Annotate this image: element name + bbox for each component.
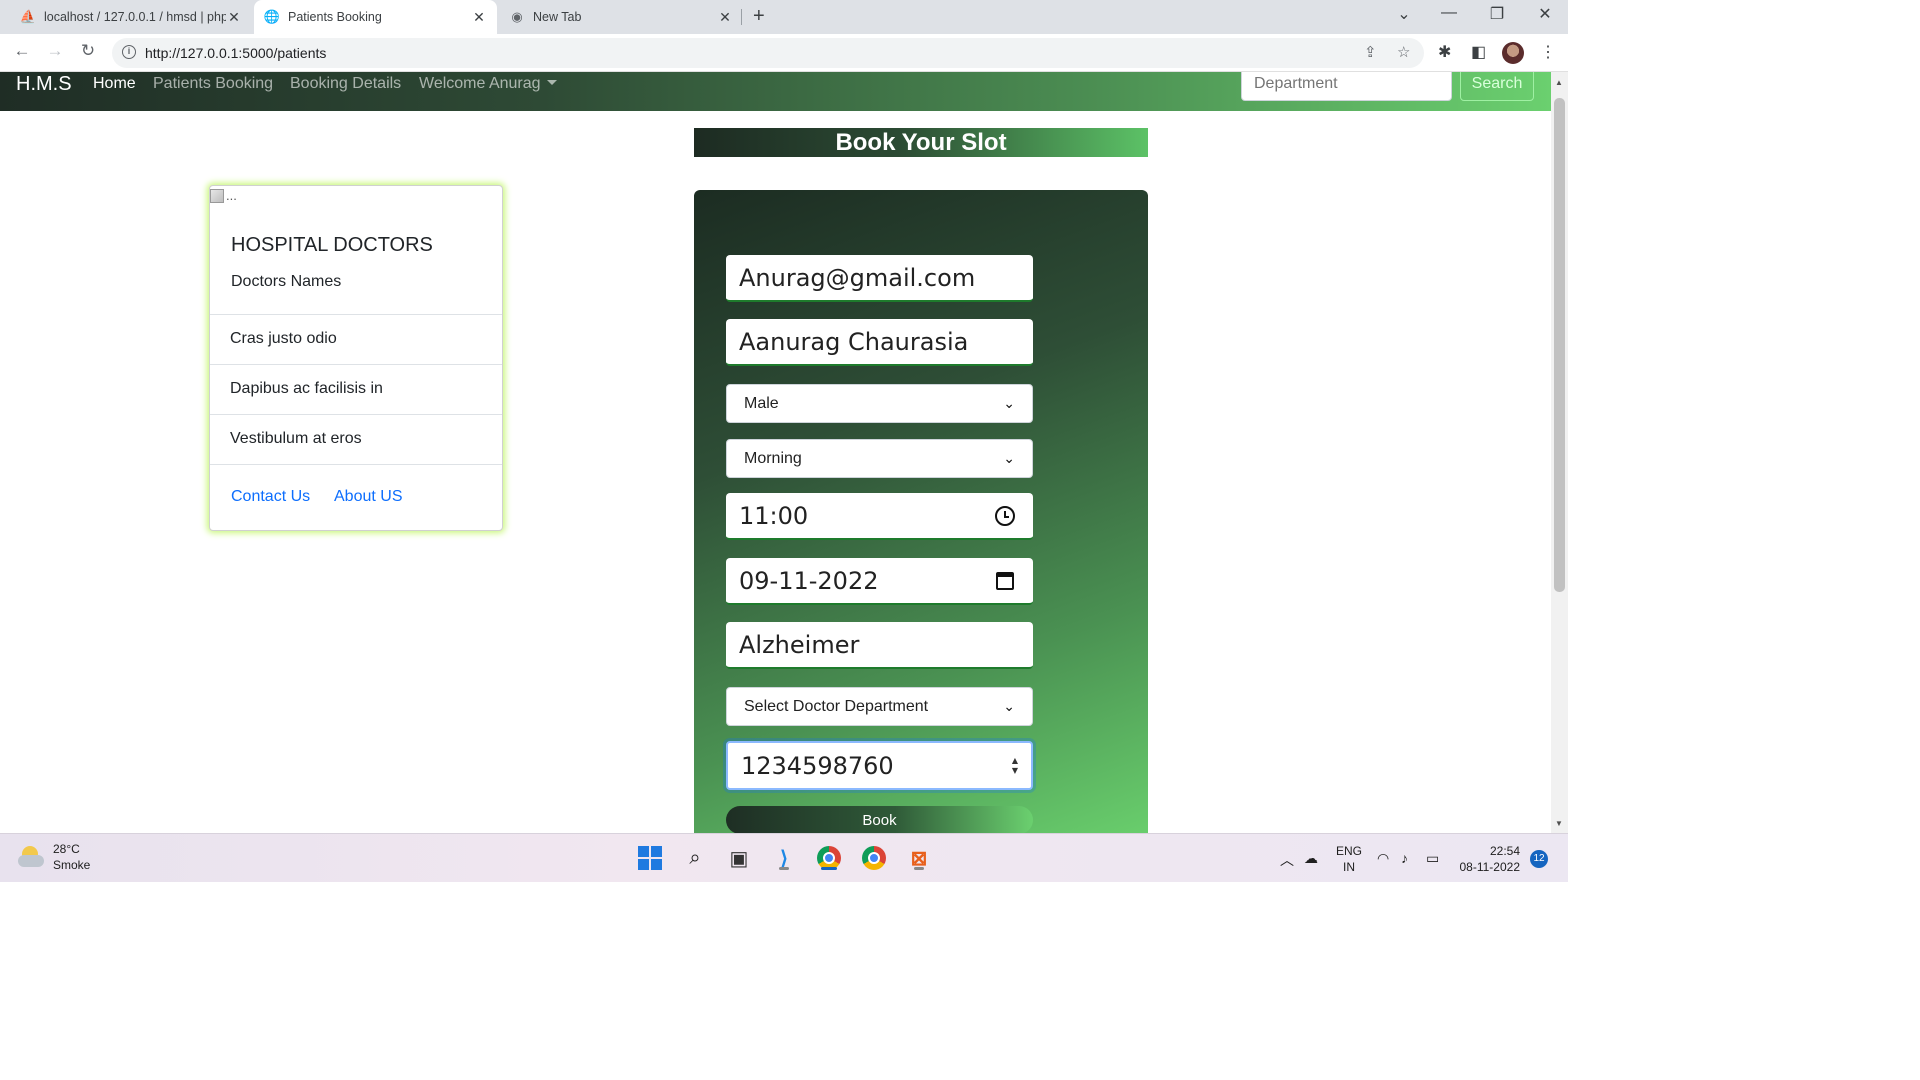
- bookmark-star-icon[interactable]: ☆: [1397, 43, 1410, 61]
- gender-select[interactable]: Male ⌄: [726, 384, 1033, 423]
- number-spinner-icon[interactable]: ▲ ▼: [1012, 756, 1018, 776]
- broken-image-icon: [210, 188, 224, 203]
- tab-separator: [741, 9, 742, 25]
- search-button[interactable]: Search: [1460, 72, 1534, 101]
- site-info-icon[interactable]: i: [122, 45, 136, 59]
- volume-icon[interactable]: ♪: [1401, 850, 1408, 866]
- tab-phpmyadmin[interactable]: ⛵ localhost / 127.0.0.1 / hmsd | php ✕: [14, 0, 248, 34]
- chevron-down-icon: ⌄: [1003, 450, 1015, 466]
- phone-number-field[interactable]: 1234598760 ▲ ▼: [726, 741, 1033, 790]
- about-us-link[interactable]: About US: [334, 488, 402, 506]
- caret-down-icon: [546, 80, 557, 85]
- chrome-icon: ◉: [511, 9, 523, 24]
- slot-select[interactable]: Morning ⌄: [726, 439, 1033, 478]
- close-tab-icon[interactable]: ✕: [717, 9, 733, 26]
- windows-taskbar: 28°C Smoke ⌕ ▣ ⟩ ⊠ ︿ ☁ ENG IN ◠ ♪ ▭ 22:5…: [0, 833, 1568, 882]
- windows-start-icon[interactable]: [635, 843, 665, 873]
- chevron-down-icon: ⌄: [1003, 395, 1015, 411]
- search-icon[interactable]: ⌕: [680, 843, 710, 873]
- page-viewport: H.M.S Home Patients Booking Booking Deta…: [0, 72, 1551, 833]
- department-select[interactable]: Select Doctor Department ⌄: [726, 687, 1033, 726]
- book-slot-heading: Book Your Slot: [694, 128, 1148, 157]
- page-scrollbar[interactable]: ▲ ▼: [1551, 72, 1568, 833]
- chrome-icon[interactable]: [814, 843, 844, 873]
- card-image-broken: ...: [210, 188, 237, 203]
- nav-user-label: Welcome Anurag: [419, 75, 541, 92]
- scroll-thumb[interactable]: [1554, 98, 1565, 592]
- weather-moon-cloud-icon[interactable]: [18, 846, 44, 868]
- temperature[interactable]: 28°C: [53, 842, 80, 856]
- reload-icon[interactable]: ↻: [77, 41, 99, 61]
- close-window-icon[interactable]: ✕: [1530, 4, 1560, 24]
- address-bar[interactable]: i http://127.0.0.1:5000/patients ⇪ ☆: [112, 38, 1424, 68]
- tab-patients-booking[interactable]: 🌐 Patients Booking ✕: [254, 0, 497, 34]
- globe-icon: 🌐: [263, 9, 281, 24]
- card-title: HOSPITAL DOCTORS: [231, 234, 433, 256]
- nav-home[interactable]: Home: [93, 75, 136, 93]
- xampp-icon[interactable]: ⊠: [904, 843, 934, 873]
- browser-tab-bar: ⛵ localhost / 127.0.0.1 / hmsd | php ✕ 🌐…: [0, 0, 1568, 34]
- disease-field[interactable]: Alzheimer: [726, 622, 1033, 669]
- minimize-icon[interactable]: —: [1434, 4, 1464, 22]
- booking-form: Anurag@gmail.com Aanurag Chaurasia Male …: [694, 190, 1148, 833]
- close-tab-icon[interactable]: ✕: [471, 9, 487, 26]
- chrome-profile-icon[interactable]: [859, 843, 889, 873]
- hospital-doctors-card: ... HOSPITAL DOCTORS Doctors Names Cras …: [209, 185, 503, 531]
- chevron-down-icon: ⌄: [1003, 698, 1015, 714]
- site-navbar: H.M.S Home Patients Booking Booking Deta…: [0, 72, 1551, 111]
- list-item: Vestibulum at eros: [210, 414, 502, 464]
- back-arrow-icon[interactable]: ←: [11, 41, 33, 61]
- battery-icon[interactable]: ▭: [1426, 850, 1439, 867]
- department-search-input[interactable]: [1241, 72, 1452, 101]
- email-field[interactable]: Anurag@gmail.com: [726, 255, 1033, 302]
- brand-logo[interactable]: H.M.S: [16, 73, 72, 96]
- list-item: Dapibus ac facilisis in: [210, 364, 502, 414]
- system-clock[interactable]: 22:54 08-11-2022: [1458, 843, 1521, 875]
- card-links: Contact Us About US: [210, 464, 502, 505]
- vscode-icon[interactable]: ⟩: [769, 843, 799, 873]
- forward-arrow-icon[interactable]: →: [44, 41, 66, 61]
- nav-user-dropdown[interactable]: Welcome Anurag: [419, 75, 557, 93]
- task-view-icon[interactable]: ▣: [724, 843, 754, 873]
- tab-search-chevron-icon[interactable]: ⌄: [1389, 4, 1419, 24]
- wifi-icon[interactable]: ◠: [1377, 850, 1389, 867]
- tab-new-tab[interactable]: ◉ New Tab ✕: [503, 0, 739, 34]
- phpmyadmin-icon: ⛵: [19, 9, 37, 24]
- contact-us-link[interactable]: Contact Us: [231, 488, 310, 506]
- close-tab-icon[interactable]: ✕: [226, 9, 242, 26]
- extensions-puzzle-icon[interactable]: ✱: [1438, 42, 1451, 62]
- name-field[interactable]: Aanurag Chaurasia: [726, 319, 1033, 366]
- language-indicator[interactable]: ENG IN: [1336, 843, 1362, 875]
- new-tab-plus-icon[interactable]: +: [753, 5, 765, 28]
- nav-patients-booking[interactable]: Patients Booking: [153, 75, 273, 93]
- url-text[interactable]: http://127.0.0.1:5000/patients: [145, 45, 326, 61]
- date-field[interactable]: 09-11-2022: [726, 558, 1033, 605]
- nav-booking-details[interactable]: Booking Details: [290, 75, 401, 93]
- card-text: Doctors Names: [231, 273, 342, 290]
- show-hidden-icons-chevron-icon[interactable]: ︿: [1280, 850, 1294, 870]
- weather-condition[interactable]: Smoke: [53, 858, 90, 872]
- notification-badge[interactable]: 12: [1530, 850, 1548, 868]
- restore-icon[interactable]: ❐: [1482, 4, 1512, 24]
- clock-icon[interactable]: [995, 505, 1015, 526]
- menu-kebab-icon[interactable]: ⋮: [1540, 42, 1556, 62]
- book-button[interactable]: Book: [726, 806, 1033, 833]
- list-item: Cras justo odio: [210, 314, 502, 364]
- calendar-icon[interactable]: [996, 571, 1014, 590]
- profile-avatar[interactable]: [1502, 42, 1524, 64]
- scroll-up-icon[interactable]: ▲: [1555, 78, 1563, 87]
- onedrive-cloud-icon[interactable]: ☁: [1304, 850, 1318, 867]
- scroll-down-icon[interactable]: ▼: [1555, 819, 1563, 828]
- time-field[interactable]: 11:00: [726, 493, 1033, 540]
- side-panel-icon[interactable]: ◧: [1471, 42, 1486, 62]
- share-icon[interactable]: ⇪: [1364, 43, 1377, 61]
- browser-toolbar: ← → ↻ i http://127.0.0.1:5000/patients ⇪…: [0, 34, 1568, 72]
